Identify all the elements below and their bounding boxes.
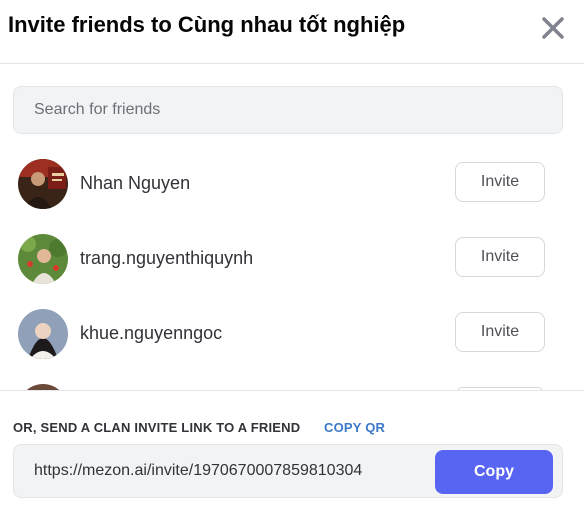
friend-name: khue.nguyenngoc: [80, 323, 223, 343]
divider: [0, 390, 584, 391]
list-item: [0, 370, 584, 390]
invite-button[interactable]: Invite: [455, 162, 545, 202]
avatar: [18, 309, 68, 359]
list-item: trang.nguyenthiquynh Invite: [0, 220, 584, 295]
invite-button[interactable]: Invite: [455, 312, 545, 352]
list-item: khue.nguyenngoc Invite: [0, 295, 584, 370]
invite-link-text: https://mezon.ai/invite/1970670007859810…: [34, 462, 363, 479]
close-icon[interactable]: [538, 13, 568, 43]
dialog-header: Invite friends to Cùng nhau tốt nghiệp: [0, 0, 584, 64]
dialog-title: Invite friends to Cùng nhau tốt nghiệp: [8, 12, 406, 37]
list-item: Nhan Nguyen Invite: [0, 145, 584, 220]
copy-qr-link[interactable]: COPY QR: [324, 420, 385, 435]
friend-name: trang.nguyenthiquynh: [80, 248, 254, 268]
friends-list[interactable]: Nhan Nguyen Invite trang.nguyenthiquynh …: [0, 145, 584, 390]
copy-button[interactable]: Copy: [435, 450, 553, 494]
avatar: [18, 234, 68, 284]
friend-name: Nhan Nguyen: [80, 173, 191, 193]
invite-link-field[interactable]: https://mezon.ai/invite/1970670007859810…: [13, 444, 563, 498]
invite-link-label: OR, SEND A CLAN INVITE LINK TO A FRIEND: [13, 420, 301, 435]
search-input[interactable]: [13, 86, 563, 134]
avatar: [18, 159, 68, 209]
invite-button[interactable]: Invite: [455, 237, 545, 277]
